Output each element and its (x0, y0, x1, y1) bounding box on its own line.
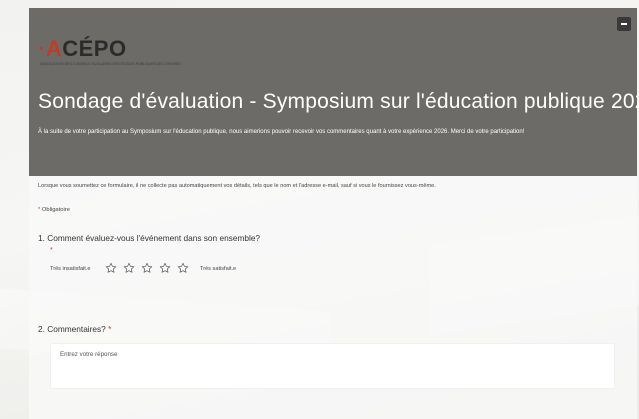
question-label: Comment évaluez-vous l'événement dans so… (47, 233, 261, 243)
required-note: * Obligatoire (38, 207, 70, 213)
star-group (105, 262, 195, 276)
comment-input[interactable] (51, 344, 614, 388)
collapse-button[interactable] (617, 17, 631, 31)
required-marker: * (108, 324, 112, 334)
required-label: Obligatoire (41, 207, 70, 213)
question-number: 2. (38, 324, 45, 334)
question-label: Commentaires? (47, 324, 106, 334)
star-icon[interactable] (159, 262, 171, 274)
rating-low-label: Très insatisfait.e (50, 266, 91, 272)
star-icon[interactable] (141, 262, 153, 274)
rating-high-label: Très satisfait.e (200, 266, 237, 272)
form-title: Sondage d'évaluation - Symposium sur l'é… (38, 90, 639, 113)
required-marker: * (38, 207, 41, 213)
star-icon[interactable] (177, 262, 189, 274)
question-2-title: 2. Commentaires? * (38, 324, 111, 334)
acepo-logo: ·ACÉPO ASSOCIATION DES CONSEILS SCOLAIRE… (38, 36, 181, 76)
comment-field[interactable] (50, 343, 615, 389)
privacy-notice: Lorsque vous soumettez ce formulaire, il… (38, 183, 436, 189)
logo-subtitle: ASSOCIATION DES CONSEILS SCOLAIRES DES É… (40, 62, 181, 66)
form-description: À la suite de votre participation au Sym… (38, 129, 525, 135)
logo-accent: ·A (38, 36, 63, 61)
question-1-title: 1. Comment évaluez-vous l'événement dans… (38, 233, 260, 243)
logo-text: CÉPO (62, 36, 127, 61)
question-number: 1. (38, 233, 45, 243)
star-icon[interactable] (105, 262, 117, 274)
required-marker: * (50, 247, 53, 254)
star-icon[interactable] (123, 262, 135, 274)
